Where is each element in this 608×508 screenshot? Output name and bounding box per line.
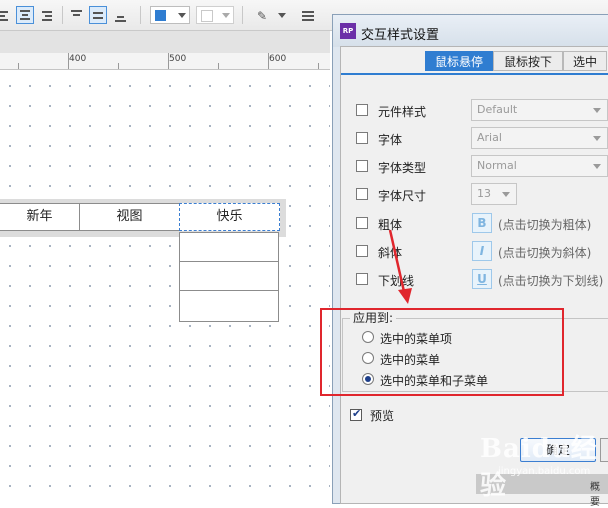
select-value: Default (477, 103, 518, 116)
tab-underline (341, 73, 608, 75)
font-select[interactable]: Arial (471, 127, 608, 149)
bold-icon[interactable]: B (472, 213, 492, 233)
annotation-box (320, 308, 564, 396)
widget-style-select[interactable]: Default (471, 99, 608, 121)
prop-label: 斜体 (378, 246, 403, 260)
prop-label: 字体类型 (378, 161, 427, 175)
app-icon: RP (340, 23, 356, 39)
align-middle-icon[interactable] (89, 6, 107, 24)
italic-hint: (点击切换为斜体) (498, 246, 592, 260)
submenu-item[interactable] (179, 290, 279, 322)
select-value: Normal (477, 159, 517, 172)
submenu-item[interactable] (179, 232, 279, 262)
horizontal-ruler: 400 500 600 (0, 53, 330, 70)
underline-hint: (点击切换为下划线) (498, 274, 604, 288)
underline-checkbox[interactable] (356, 273, 368, 285)
prop-label: 字体尺寸 (378, 189, 427, 203)
align-top-icon[interactable] (67, 6, 85, 24)
font-type-select[interactable]: Normal (471, 155, 608, 177)
design-canvas[interactable] (0, 70, 330, 494)
italic-icon[interactable]: I (472, 241, 492, 261)
tab-selected[interactable]: 选中 (563, 51, 607, 71)
bold-checkbox[interactable] (356, 217, 368, 229)
tab-hover[interactable]: 鼠标悬停 (425, 51, 493, 71)
canvas-header (0, 31, 330, 53)
prop-label: 元件样式 (378, 105, 427, 119)
align-right-icon[interactable] (38, 6, 56, 24)
preview-label: 预览 (370, 409, 395, 423)
ruler-label: 600 (269, 54, 287, 64)
underline-icon[interactable]: U (472, 269, 492, 289)
watermark-url: jingyan.baidu.com (498, 466, 591, 477)
line-style-icon[interactable] (298, 6, 334, 24)
ruler-label: 400 (69, 54, 87, 64)
dialog-title-bar[interactable]: RP 交互样式设置 (333, 15, 608, 47)
align-bottom-icon[interactable] (111, 6, 129, 24)
select-value: Arial (477, 131, 502, 144)
select-value: 13 (477, 187, 491, 200)
prop-label: 下划线 (378, 274, 415, 288)
prop-label: 字体 (378, 133, 403, 147)
menu-item[interactable]: 视图 (79, 203, 180, 231)
font-size-select[interactable]: 13 (471, 183, 517, 205)
submenu-item[interactable] (179, 261, 279, 291)
italic-checkbox[interactable] (356, 245, 368, 257)
font-size-checkbox[interactable] (356, 188, 368, 200)
fill-color-swatch (155, 10, 166, 21)
dialog-title: 交互样式设置 (361, 28, 440, 43)
ruler-label: 500 (169, 54, 187, 64)
font-type-checkbox[interactable] (356, 160, 368, 172)
menu-item-selected[interactable]: 快乐 (179, 203, 280, 231)
widget-style-checkbox[interactable] (356, 104, 368, 116)
menu-item[interactable]: 新年 (0, 203, 80, 231)
preview-checkbox[interactable] (350, 407, 362, 421)
tab-mouse-down[interactable]: 鼠标按下 (493, 51, 563, 71)
prop-label: 粗体 (378, 218, 403, 232)
bold-hint: (点击切换为粗体) (498, 218, 592, 232)
align-center-icon[interactable] (16, 6, 34, 24)
watermark-logo: Baidu经验 (480, 434, 598, 501)
font-checkbox[interactable] (356, 132, 368, 144)
align-left-icon[interactable] (0, 6, 12, 24)
